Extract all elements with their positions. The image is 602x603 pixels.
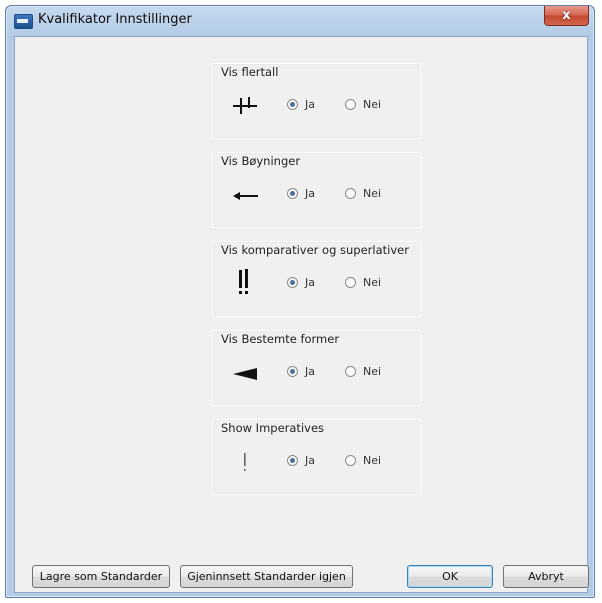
title-bar[interactable]: Kvalifikator Innstillinger x xyxy=(6,6,594,34)
settings-dialog: Kvalifikator Innstillinger x Vis flertal… xyxy=(5,5,595,598)
cancel-button[interactable]: Avbryt xyxy=(503,565,589,588)
radio-ja-label[interactable]: Ja xyxy=(305,98,315,111)
radio-nei[interactable] xyxy=(345,277,356,288)
close-button[interactable]: x xyxy=(544,6,589,26)
exclamation-icon xyxy=(231,450,259,474)
radio-nei-label[interactable]: Nei xyxy=(363,187,381,200)
radio-ja[interactable] xyxy=(287,455,298,466)
group-label: Show Imperatives xyxy=(221,421,325,435)
radio-ja[interactable] xyxy=(287,366,298,377)
group-plural: Vis flertall Ja Nei xyxy=(212,63,421,139)
save-defaults-button[interactable]: Lagre som Standarder xyxy=(32,565,170,588)
group-definite-forms: Vis Bestemte former Ja Nei xyxy=(212,330,421,406)
arrow-left-icon xyxy=(231,183,259,207)
radio-ja-label[interactable]: Ja xyxy=(305,276,315,289)
double-exclamation-icon xyxy=(231,269,259,296)
radio-ja-label[interactable]: Ja xyxy=(305,187,315,200)
group-imperatives: Show Imperatives Ja Nei xyxy=(212,419,421,495)
radio-nei-label[interactable]: Nei xyxy=(363,276,381,289)
close-icon: x xyxy=(562,8,571,23)
radio-nei-label[interactable]: Nei xyxy=(363,454,381,467)
radio-ja[interactable] xyxy=(287,99,298,110)
radio-nei[interactable] xyxy=(345,455,356,466)
group-inflections: Vis Bøyninger Ja Nei xyxy=(212,152,421,228)
radio-ja-label[interactable]: Ja xyxy=(305,454,315,467)
plural-marker-icon xyxy=(231,94,259,118)
window-title: Kvalifikator Innstillinger xyxy=(38,12,192,27)
group-comparatives: Vis komparativer og superlativer Ja Nei xyxy=(212,241,421,317)
group-label: Vis Bestemte former xyxy=(221,332,340,346)
restore-defaults-button[interactable]: Gjeninnsett Standarder igjen xyxy=(180,565,353,588)
radio-nei-label[interactable]: Nei xyxy=(363,98,381,111)
app-icon xyxy=(14,14,33,29)
wedge-left-icon xyxy=(231,361,259,385)
group-label: Vis komparativer og superlativer xyxy=(221,243,409,257)
radio-ja[interactable] xyxy=(287,277,298,288)
radio-nei[interactable] xyxy=(345,99,356,110)
ok-button[interactable]: OK xyxy=(407,565,493,588)
radio-nei-label[interactable]: Nei xyxy=(363,365,381,378)
radio-ja-label[interactable]: Ja xyxy=(305,365,315,378)
dialog-body: Vis flertall Ja Nei Vis Bøyninger Ja Nei… xyxy=(14,36,589,593)
radio-nei[interactable] xyxy=(345,366,356,377)
group-label: Vis flertall xyxy=(221,65,279,79)
radio-ja[interactable] xyxy=(287,188,298,199)
group-label: Vis Bøyninger xyxy=(221,154,301,168)
radio-nei[interactable] xyxy=(345,188,356,199)
